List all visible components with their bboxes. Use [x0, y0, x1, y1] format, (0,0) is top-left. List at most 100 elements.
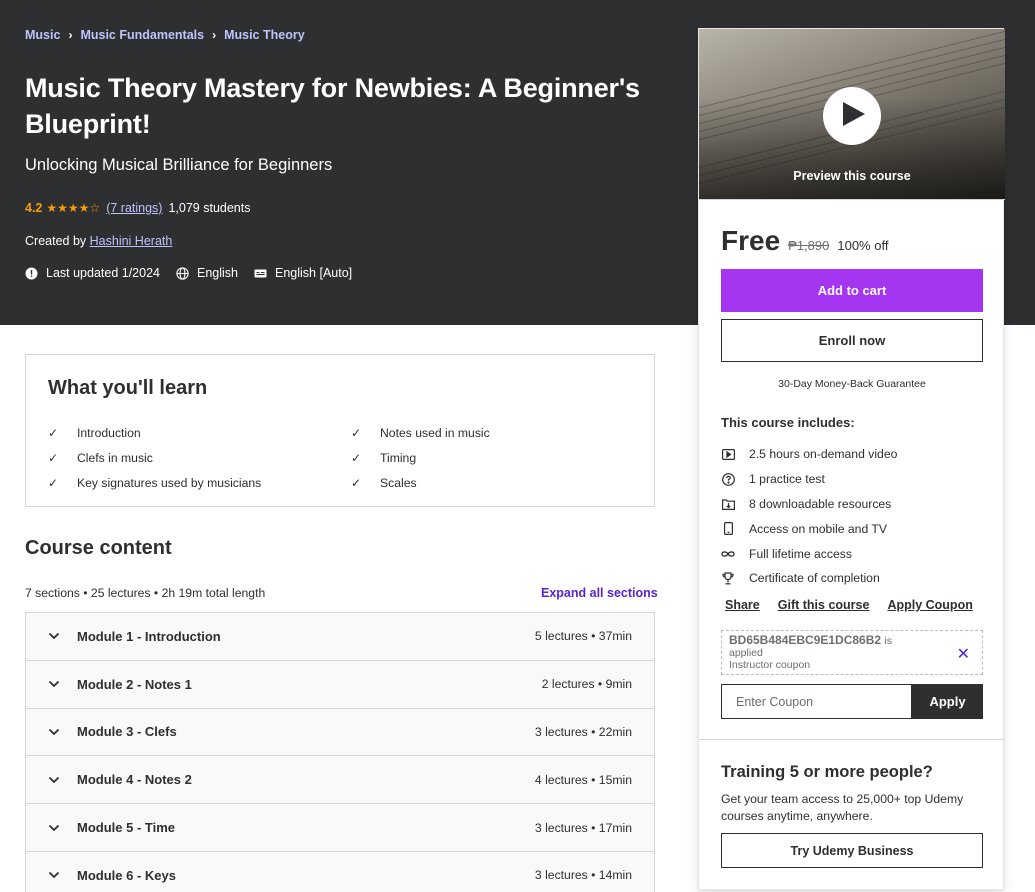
includes-text: 1 practice test [749, 472, 825, 487]
remove-coupon-icon[interactable]: ✕ [957, 644, 970, 664]
includes-text: Certificate of completion [749, 571, 880, 586]
infinity-icon [721, 547, 735, 561]
play-icon [839, 101, 865, 131]
chevron-down-icon [48, 871, 62, 879]
check-icon: ✓ [48, 451, 59, 466]
last-updated-text: Last updated 1/2024 [46, 266, 160, 280]
section-row[interactable]: Module 5 - Time 3 lectures • 17min [26, 804, 654, 852]
section-info: 3 lectures • 17min [534, 820, 632, 835]
includes-list: 2.5 hours on-demand video 1 practice tes… [721, 442, 897, 591]
ratings-link[interactable]: (7 ratings) [106, 201, 162, 215]
play-button[interactable] [823, 87, 881, 145]
mobile-icon [721, 522, 735, 536]
chevron-right-icon: › [212, 28, 217, 42]
alert-badge-icon [25, 267, 38, 280]
breadcrumb-music-fundamentals[interactable]: Music Fundamentals [80, 28, 204, 42]
what-you-will-learn: What you'll learn ✓ Introduction ✓ Notes u… [25, 354, 655, 507]
coupon-code-line: BD65B484EBC9E1DC86B2 is [729, 633, 975, 647]
last-updated: Last updated 1/2024 [25, 266, 160, 280]
section-title: Module 3 - Clefs [77, 724, 177, 740]
course-preview[interactable]: Preview this course [699, 29, 1005, 200]
section-title: Module 5 - Time [77, 820, 175, 836]
download-icon [721, 497, 735, 511]
closed-caption-icon [254, 267, 267, 280]
includes-item: Full lifetime access [721, 541, 897, 566]
includes-text: Full lifetime access [749, 546, 852, 561]
rating-row: 4.2 ★★★★☆ (7 ratings) 1,079 students [25, 201, 250, 215]
section-title: Module 1 - Introduction [77, 628, 221, 644]
trophy-icon [721, 571, 735, 585]
check-icon: ✓ [351, 475, 362, 490]
preview-label: Preview this course [793, 169, 911, 183]
section-title: Module 2 - Notes 1 [77, 676, 192, 692]
captions-text: English [Auto] [275, 266, 353, 280]
students-count: 1,079 students [168, 201, 251, 215]
business-description: Get your team access to 25,000+ top Udem… [721, 792, 964, 823]
section-info: 2 lectures • 9min [541, 677, 632, 692]
globe-icon [176, 266, 189, 280]
learn-item: ✓ Clefs in music [48, 446, 351, 471]
language: English [176, 266, 238, 280]
discount-percent: 100% off [837, 238, 889, 253]
includes-item: Certificate of completion [721, 566, 897, 591]
includes-title: This course includes: [721, 415, 855, 430]
expand-all-sections-button[interactable]: Expand all sections [541, 586, 658, 600]
includes-item: 8 downloadable resources [721, 492, 897, 517]
section-info: 5 lectures • 37min [534, 629, 632, 644]
includes-item: 2.5 hours on-demand video [721, 442, 897, 467]
section-info: 3 lectures • 22min [534, 724, 632, 739]
section-row[interactable]: Module 2 - Notes 1 2 lectures • 9min [26, 660, 654, 709]
applied-coupon: BD65B484EBC9E1DC86B2 is applied Instruct… [721, 630, 983, 675]
try-udemy-business-button[interactable]: Try Udemy Business [721, 833, 983, 868]
section-row[interactable]: Module 4 - Notes 2 4 lectures • 15min [26, 756, 654, 805]
star-rating-icon: ★★★★☆ [46, 201, 101, 215]
chevron-down-icon [48, 776, 62, 784]
video-icon [721, 447, 735, 461]
section-row[interactable]: Module 3 - Clefs 3 lectures • 22min [26, 708, 654, 757]
business-title: Training 5 or more people? [721, 763, 933, 781]
learn-item-text: Clefs in music [77, 451, 153, 466]
section-title: Module 6 - Keys [77, 867, 176, 883]
coupon-type: Instructor coupon [729, 659, 811, 671]
price-row: Free ₱1,890 100% off [721, 225, 888, 257]
section-info: 3 lectures • 14min [534, 868, 632, 883]
card-actions: Share Gift this course Apply Coupon [725, 598, 991, 612]
enroll-now-button[interactable]: Enroll now [721, 319, 983, 362]
learn-item: ✓ Scales [351, 470, 638, 495]
original-price: ₱1,890 [788, 238, 830, 253]
learn-item-text: Timing [380, 451, 417, 466]
coupon-is: is [884, 635, 893, 647]
rating-value: 4.2 [25, 201, 43, 215]
section-list: Module 1 - Introduction 5 lectures • 37m… [25, 612, 655, 892]
apply-coupon-link[interactable]: Apply Coupon [887, 598, 972, 612]
apply-coupon-button[interactable]: Apply [912, 684, 983, 719]
breadcrumb-music-theory[interactable]: Music Theory [224, 28, 305, 42]
created-by-label: Created by [25, 234, 87, 248]
learn-item-text: Notes used in music [380, 426, 490, 441]
course-meta: Last updated 1/2024 English English [Aut… [25, 266, 368, 280]
section-row[interactable]: Module 1 - Introduction 5 lectures • 37m… [26, 613, 654, 661]
coupon-input[interactable] [721, 684, 912, 719]
section-row[interactable]: Module 6 - Keys 3 lectures • 14min [26, 851, 654, 892]
includes-item: Access on mobile and TV [721, 516, 897, 541]
coupon-code: BD65B484EBC9E1DC86B2 [729, 633, 882, 647]
check-icon: ✓ [48, 475, 59, 490]
instructor-link[interactable]: Hashini Herath [90, 234, 173, 248]
chevron-down-icon [48, 632, 62, 640]
breadcrumb-music[interactable]: Music [25, 28, 60, 42]
language-text: English [197, 266, 238, 280]
learn-title: What you'll learn [48, 377, 208, 399]
coupon-applied: applied [729, 647, 763, 659]
course-subtitle: Unlocking Musical Brilliance for Beginne… [25, 156, 333, 174]
learn-list: ✓ Introduction ✓ Notes used in music ✓ Clef… [48, 421, 638, 495]
captions: English [Auto] [254, 266, 352, 280]
chevron-right-icon: › [68, 28, 73, 42]
add-to-cart-button[interactable]: Add to cart [721, 269, 983, 312]
includes-item: 1 practice test [721, 467, 897, 492]
chevron-down-icon [48, 824, 62, 832]
check-icon: ✓ [351, 426, 362, 441]
includes-text: 8 downloadable resources [749, 496, 892, 511]
gift-course-button[interactable]: Gift this course [778, 598, 870, 612]
share-button[interactable]: Share [725, 598, 760, 612]
learn-item-text: Key signatures used by musicians [77, 475, 262, 490]
